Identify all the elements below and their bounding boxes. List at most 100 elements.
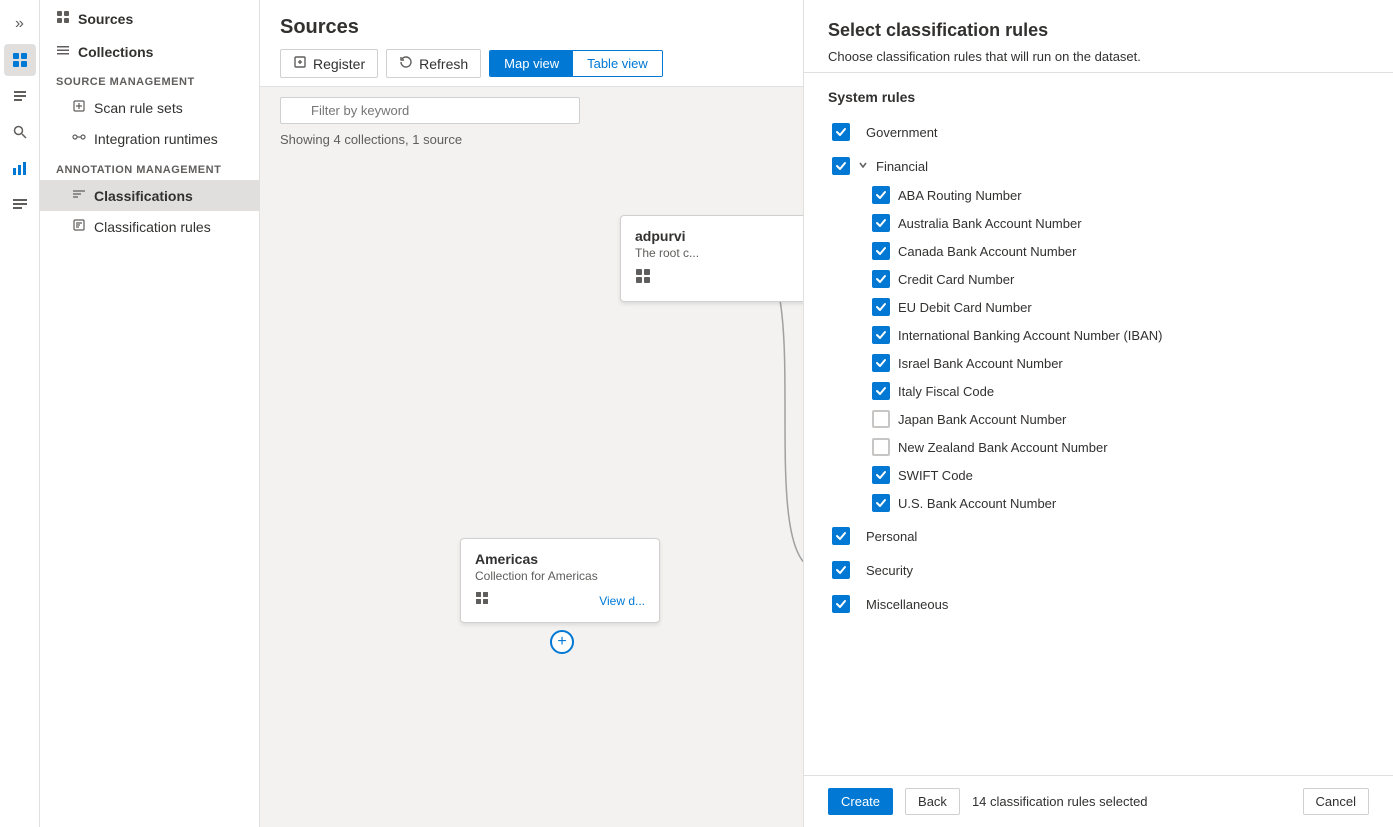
rule-group-miscellaneous: Miscellaneous	[828, 589, 1369, 619]
americas-view-details-link[interactable]: View d...	[599, 594, 645, 608]
checkbox-aba[interactable]	[872, 186, 890, 204]
root-card-footer	[635, 268, 803, 289]
root-collection-card: adpurvi The root c...	[620, 215, 803, 302]
checkbox-government[interactable]	[832, 123, 850, 141]
checkbox-security[interactable]	[832, 561, 850, 579]
manage-nav-button[interactable]	[4, 188, 36, 220]
register-button[interactable]: Register	[280, 49, 378, 78]
rule-item-credit-card[interactable]: Credit Card Number	[828, 265, 1369, 293]
rule-child-label-aus-bank: Australia Bank Account Number	[898, 216, 1082, 231]
sidebar-item-sources[interactable]: Sources	[40, 0, 259, 33]
rule-child-label-japan-bank: Japan Bank Account Number	[898, 412, 1066, 427]
checkbox-swift[interactable]	[872, 466, 890, 484]
checkbox-financial[interactable]	[832, 157, 850, 175]
collections-label: Collections	[78, 44, 153, 60]
sidebar-item-classifications[interactable]: Classifications	[40, 180, 259, 211]
rule-child-label-italy-fiscal: Italy Fiscal Code	[898, 384, 994, 399]
checkbox-aus-bank[interactable]	[872, 214, 890, 232]
integration-icon	[72, 130, 86, 147]
checkbox-miscellaneous[interactable]	[832, 595, 850, 613]
panel-subtitle: Choose classification rules that will ru…	[828, 49, 1369, 64]
add-collection-button[interactable]: +	[550, 630, 574, 654]
rule-group-header-miscellaneous[interactable]: Miscellaneous	[828, 589, 1369, 619]
selected-count: 14 classification rules selected	[972, 794, 1291, 809]
main-content: Sources Register Refresh Map view Table …	[260, 0, 803, 827]
classification-rules-label: Classification rules	[94, 219, 211, 235]
filter-bar	[260, 87, 803, 128]
sidebar-item-collections[interactable]: Collections	[40, 33, 259, 66]
annotation-management-group: Annotation management	[40, 154, 259, 180]
cancel-button[interactable]: Cancel	[1303, 788, 1369, 815]
page-header: Sources Register Refresh Map view Table …	[260, 0, 803, 87]
rule-item-aba[interactable]: ABA Routing Number	[828, 181, 1369, 209]
sources-icon	[56, 10, 70, 27]
panel-body: System rules Government FinancialABA Rout…	[804, 73, 1393, 775]
americas-collection-card: Americas Collection for Americas View d.…	[460, 538, 660, 623]
checkbox-iban[interactable]	[872, 326, 890, 344]
checkbox-nz-bank[interactable]	[872, 438, 890, 456]
rule-item-canada-bank[interactable]: Canada Bank Account Number	[828, 237, 1369, 265]
register-label: Register	[313, 56, 365, 72]
checkbox-eu-debit[interactable]	[872, 298, 890, 316]
register-icon	[293, 55, 307, 72]
checkbox-us-bank[interactable]	[872, 494, 890, 512]
rule-child-label-credit-card: Credit Card Number	[898, 272, 1014, 287]
rule-label-miscellaneous: Miscellaneous	[866, 597, 948, 612]
rule-group-header-security[interactable]: Security	[828, 555, 1369, 585]
rule-item-nz-bank[interactable]: New Zealand Bank Account Number	[828, 433, 1369, 461]
source-management-group: Source management	[40, 66, 259, 92]
filter-wrapper	[280, 97, 580, 124]
refresh-button[interactable]: Refresh	[386, 49, 481, 78]
checkbox-israel-bank[interactable]	[872, 354, 890, 372]
rule-item-us-bank[interactable]: U.S. Bank Account Number	[828, 489, 1369, 517]
search-nav-button[interactable]	[4, 116, 36, 148]
catalog-nav-button[interactable]	[4, 80, 36, 112]
panel-header: Select classification rules Choose class…	[804, 0, 1393, 73]
checkbox-personal[interactable]	[832, 527, 850, 545]
rule-item-iban[interactable]: International Banking Account Number (IB…	[828, 321, 1369, 349]
chevron-financial[interactable]	[858, 159, 868, 173]
sidebar-item-integration-runtimes[interactable]: Integration runtimes	[40, 123, 259, 154]
rule-item-aus-bank[interactable]: Australia Bank Account Number	[828, 209, 1369, 237]
panel-footer: Create Back 14 classification rules sele…	[804, 775, 1393, 827]
refresh-icon	[399, 55, 413, 72]
sidebar-item-classification-rules[interactable]: Classification rules	[40, 211, 259, 242]
rule-item-swift[interactable]: SWIFT Code	[828, 461, 1369, 489]
scan-rule-sets-label: Scan rule sets	[94, 100, 183, 116]
rules-container: Government FinancialABA Routing Number Aus…	[828, 117, 1369, 619]
checkbox-italy-fiscal[interactable]	[872, 382, 890, 400]
home-nav-button[interactable]	[4, 44, 36, 76]
rule-item-italy-fiscal[interactable]: Italy Fiscal Code	[828, 377, 1369, 405]
checkbox-credit-card[interactable]	[872, 270, 890, 288]
rule-group-header-government[interactable]: Government	[828, 117, 1369, 147]
rule-item-israel-bank[interactable]: Israel Bank Account Number	[828, 349, 1369, 377]
rule-item-eu-debit[interactable]: EU Debit Card Number	[828, 293, 1369, 321]
expand-nav-button[interactable]: »	[4, 8, 36, 40]
rule-item-japan-bank[interactable]: Japan Bank Account Number	[828, 405, 1369, 433]
classification-rules-icon	[72, 218, 86, 235]
rule-child-label-us-bank: U.S. Bank Account Number	[898, 496, 1056, 511]
rule-child-label-nz-bank: New Zealand Bank Account Number	[898, 440, 1108, 455]
page-title: Sources	[280, 16, 783, 39]
americas-card-footer: View d...	[475, 591, 645, 610]
map-view-button[interactable]: Map view	[490, 51, 573, 76]
insights-nav-button[interactable]	[4, 152, 36, 184]
rule-group-security: Security	[828, 555, 1369, 585]
create-button[interactable]: Create	[828, 788, 893, 815]
sidebar-item-scan-rule-sets[interactable]: Scan rule sets	[40, 92, 259, 123]
rule-group-header-personal[interactable]: Personal	[828, 521, 1369, 551]
showing-text: Showing 4 collections, 1 source	[260, 128, 803, 155]
rule-label-personal: Personal	[866, 529, 917, 544]
system-rules-title: System rules	[828, 89, 1369, 105]
checkbox-japan-bank[interactable]	[872, 410, 890, 428]
rule-group-header-financial[interactable]: Financial	[828, 151, 1369, 181]
scan-rule-icon	[72, 99, 86, 116]
back-button[interactable]: Back	[905, 788, 960, 815]
rule-child-label-iban: International Banking Account Number (IB…	[898, 328, 1162, 343]
root-card-grid-icon	[635, 268, 651, 289]
checkbox-canada-bank[interactable]	[872, 242, 890, 260]
root-card-subtitle: The root c...	[635, 246, 803, 260]
table-view-button[interactable]: Table view	[573, 51, 662, 76]
filter-input[interactable]	[280, 97, 580, 124]
sidebar: Sources Collections Source management Sc…	[40, 0, 260, 827]
